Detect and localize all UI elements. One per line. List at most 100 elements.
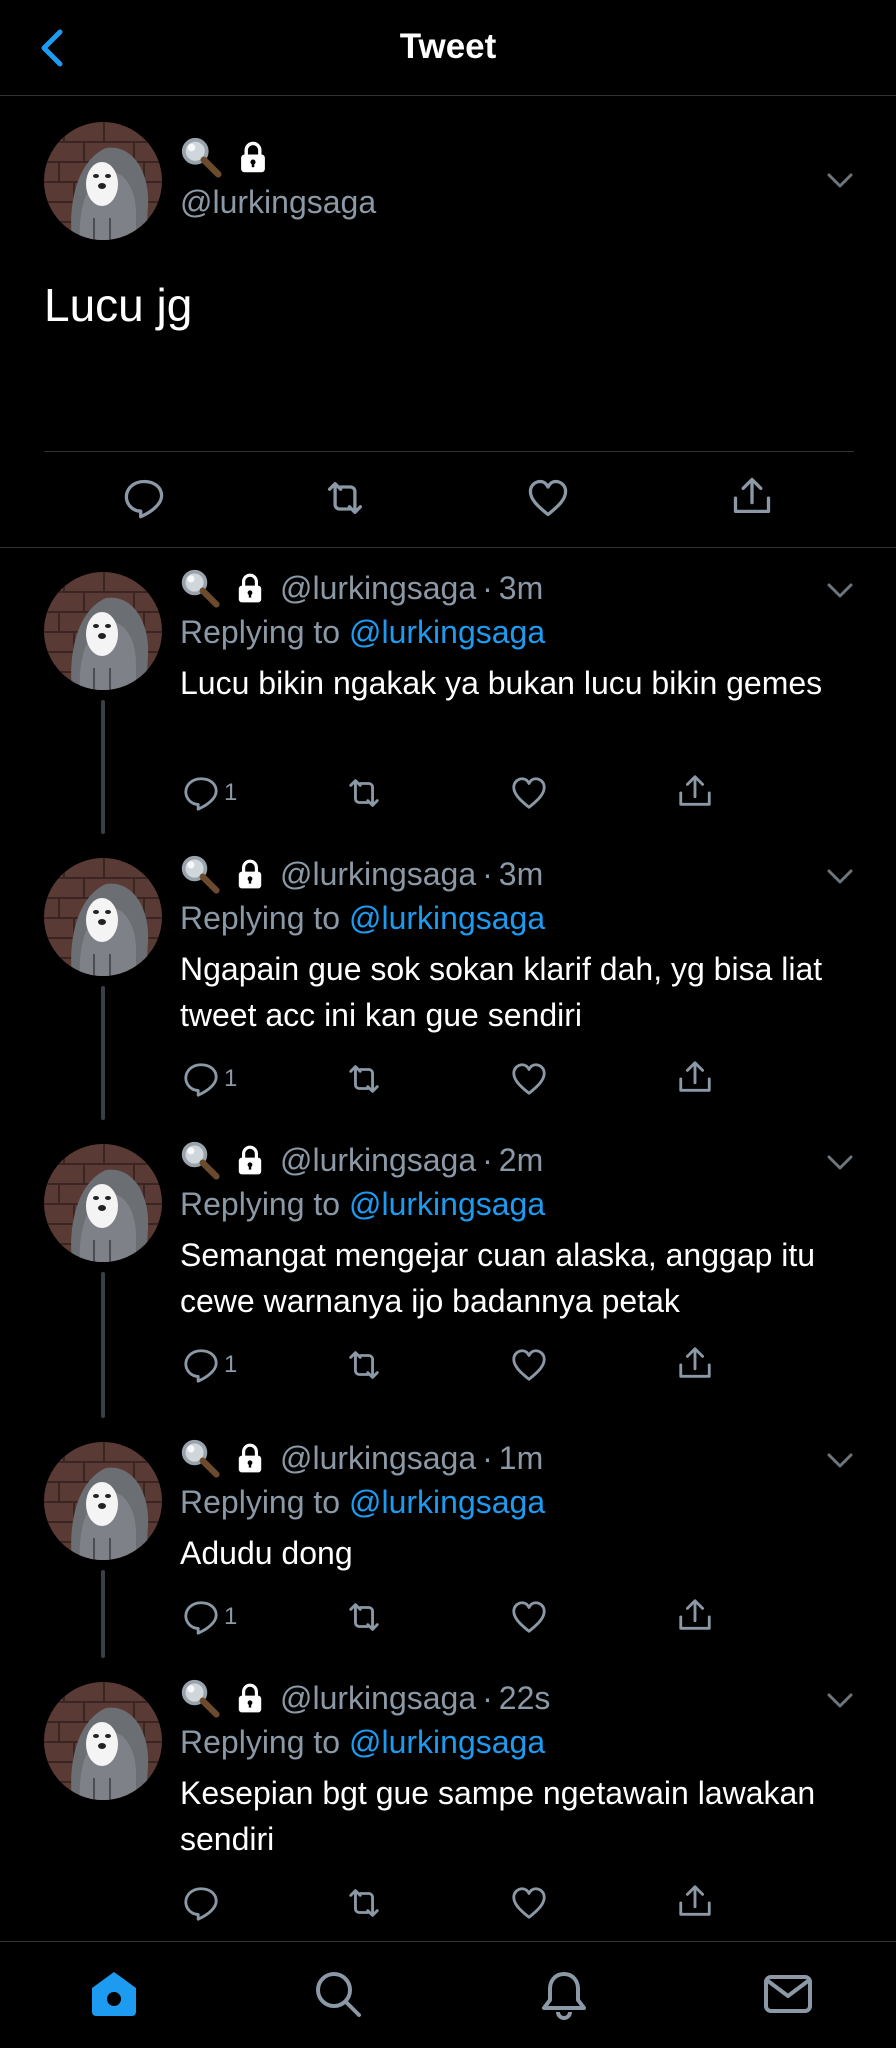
chevron-down-icon[interactable] (826, 1154, 854, 1172)
bottom-tab-bar (0, 1941, 896, 2048)
avatar[interactable] (44, 1682, 162, 1800)
top-bar: Tweet (0, 0, 896, 96)
share-button[interactable] (676, 772, 714, 810)
replying-to: Replying to @lurkingsaga (180, 1484, 545, 1521)
tweet-text: Kesepian bgt gue sampe ngetawain lawakan… (180, 1775, 816, 1857)
share-button[interactable] (676, 1882, 714, 1920)
chevron-down-icon[interactable] (826, 172, 854, 190)
share-icon (730, 474, 774, 518)
reply-count: 1 (224, 1603, 238, 1630)
notifications-icon (542, 1972, 586, 2020)
reply-button[interactable] (122, 476, 166, 520)
replying-to-label: Replying to (180, 900, 341, 936)
share-button[interactable] (676, 1058, 714, 1096)
replying-to-label: Replying to (180, 1186, 341, 1222)
replying-to-label: Replying to (180, 1484, 341, 1520)
reply-icon (182, 1346, 220, 1384)
chevron-down-icon[interactable] (826, 1692, 854, 1710)
like-button[interactable] (526, 476, 570, 520)
reply-tweet[interactable]: @lurkingsaga · 2m Replying to @lurkingsaga… (0, 1120, 896, 1418)
retweet-icon (344, 1884, 384, 1922)
retweet-icon (344, 1060, 384, 1098)
retweet-button[interactable] (344, 1884, 384, 1922)
retweet-button[interactable] (344, 1060, 384, 1098)
like-button[interactable] (510, 1884, 548, 1922)
thread-line (101, 1570, 105, 1658)
timestamp: 1m (498, 1439, 544, 1476)
mention-link[interactable]: @lurkingsaga (349, 900, 545, 936)
retweet-button[interactable] (344, 774, 384, 812)
heart-icon (510, 1346, 548, 1384)
page-title: Tweet (399, 27, 497, 66)
share-button[interactable] (676, 1596, 714, 1634)
like-button[interactable] (510, 1060, 548, 1098)
thread-line (101, 1272, 105, 1418)
retweet-button[interactable] (322, 476, 368, 520)
share-button[interactable] (730, 474, 774, 518)
avatar[interactable] (44, 122, 162, 240)
mention-link[interactable]: @lurkingsaga (349, 614, 545, 650)
lock-icon (236, 140, 270, 174)
reply-tweet[interactable]: @lurkingsaga · 1m Replying to @lurkingsaga… (0, 1418, 896, 1658)
retweet-icon (344, 1346, 384, 1384)
chevron-down-icon[interactable] (826, 868, 854, 886)
heart-icon (510, 1598, 548, 1636)
tab-home[interactable] (84, 1964, 144, 2024)
reply-tweet[interactable]: @lurkingsaga · 3m Replying to @lurkingsaga… (0, 548, 896, 834)
reply-button[interactable]: 1 (182, 774, 237, 812)
replying-to: Replying to @lurkingsaga (180, 900, 545, 937)
mention-link[interactable]: @lurkingsaga (349, 1484, 545, 1520)
retweet-button[interactable] (344, 1598, 384, 1636)
mention-link[interactable]: @lurkingsaga (349, 1724, 545, 1760)
mention-link[interactable]: @lurkingsaga (349, 1186, 545, 1222)
share-button[interactable] (676, 1344, 714, 1382)
lock-icon (234, 1144, 266, 1176)
tweet-text: Lucu jg (44, 279, 193, 331)
reply-button[interactable]: 1 (182, 1598, 237, 1636)
avatar[interactable] (44, 1144, 162, 1262)
tweet-text: Lucu bikin ngakak ya bukan lucu bikin ge… (180, 665, 823, 701)
lock-icon (234, 858, 266, 890)
username-handle[interactable]: @lurkingsaga (280, 1142, 476, 1179)
username-handle[interactable]: @lurkingsaga (280, 856, 476, 893)
reply-tweet[interactable]: @lurkingsaga · 22s Replying to @lurkingsag… (0, 1658, 896, 1941)
main-tweet[interactable]: @lurkingsaga Lucu jg (0, 96, 896, 548)
tab-messages[interactable] (758, 1964, 818, 2024)
tweet-text: Ngapain gue sok sokan klarif dah, yg bis… (180, 951, 823, 1033)
magnifying-glass-icon (180, 1678, 220, 1718)
reply-button[interactable]: 1 (182, 1060, 237, 1098)
username-handle[interactable]: @lurkingsaga (280, 1440, 476, 1477)
thread-line (101, 700, 105, 834)
display-name[interactable] (180, 136, 270, 178)
avatar[interactable] (44, 858, 162, 976)
share-icon (676, 1596, 714, 1634)
reply-tweet[interactable]: @lurkingsaga · 3m Replying to @lurkingsaga… (0, 834, 896, 1120)
like-button[interactable] (510, 1346, 548, 1384)
like-button[interactable] (510, 1598, 548, 1636)
tab-search[interactable] (308, 1964, 368, 2024)
username-handle[interactable]: @lurkingsaga (280, 570, 476, 607)
avatar[interactable] (44, 572, 162, 690)
reply-button[interactable]: 1 (182, 1346, 237, 1384)
share-icon (676, 772, 714, 810)
like-button[interactable] (510, 774, 548, 812)
share-icon (676, 1344, 714, 1382)
lock-icon (234, 1682, 266, 1714)
share-icon (676, 1882, 714, 1920)
retweet-button[interactable] (344, 1346, 384, 1384)
tweet-meta: @lurkingsaga · 22s (180, 1678, 550, 1718)
chevron-down-icon[interactable] (826, 582, 854, 600)
reply-count: 1 (224, 1351, 238, 1378)
meta-separator: · (482, 855, 493, 892)
tweet-actions (0, 474, 896, 534)
avatar[interactable] (44, 1442, 162, 1560)
tab-notifications[interactable] (534, 1964, 594, 2024)
reply-button[interactable] (182, 1884, 224, 1922)
chevron-down-icon[interactable] (826, 1452, 854, 1470)
username-handle[interactable]: @lurkingsaga (180, 184, 376, 221)
username-handle[interactable]: @lurkingsaga (280, 1680, 476, 1717)
retweet-icon (344, 1598, 384, 1636)
heart-icon (510, 1060, 548, 1098)
tweet-text: Semangat mengejar cuan alaska, anggap it… (180, 1237, 816, 1319)
reply-count: 1 (224, 779, 238, 806)
